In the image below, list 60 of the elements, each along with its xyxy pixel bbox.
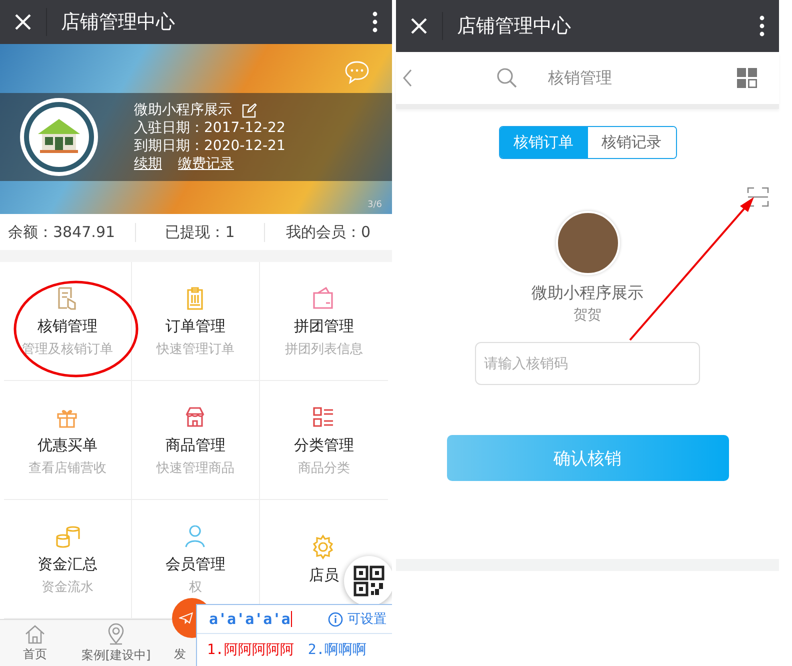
grid-icon[interactable] [737, 68, 757, 88]
back-icon[interactable] [402, 69, 412, 87]
ime-candidate[interactable]: 2.啊啊啊 [308, 641, 367, 659]
more-icon[interactable] [372, 11, 378, 33]
stat-text: 余额：3847.91 [7, 222, 116, 242]
tile-title: 拼团管理 [294, 316, 354, 336]
menu-tile[interactable]: 优惠买单 查看店铺营收 [4, 381, 132, 500]
info-icon [328, 612, 344, 626]
tile-subtitle: 资金流水 [42, 578, 94, 596]
home-icon [24, 624, 46, 644]
page-indicator: 3/6 [368, 200, 382, 210]
location-pin-icon [107, 622, 125, 644]
profile-name: 微助小程序展示 [532, 283, 644, 304]
menu-tile[interactable]: 订单管理 快速管理订单 [132, 262, 260, 381]
tile-subtitle: 拼团列表信息 [285, 340, 363, 358]
tab-bar-item[interactable]: 发 [174, 646, 186, 663]
banner-link[interactable]: 缴费记录 [178, 155, 234, 173]
tile-subtitle: 快速管理商品 [156, 460, 234, 476]
tile-subtitle: 权 [189, 578, 202, 596]
qr-code-button[interactable] [344, 556, 392, 606]
join-date: 入驻日期：2017-12-22 [134, 119, 286, 137]
page-title: 核销管理 [548, 68, 613, 88]
tile-subtitle: 管理及核销订单 [22, 340, 113, 358]
tile-title: 资金汇总 [38, 554, 98, 574]
menu-tile[interactable]: 核销管理 管理及核销订单 [4, 262, 132, 381]
code-input-field[interactable]: 请输入核销码 [475, 342, 700, 385]
search-icon[interactable] [496, 67, 518, 89]
window-title: 店铺管理中心 [61, 10, 176, 35]
tab-bar-item[interactable]: 案例[建设中] [70, 620, 162, 666]
tab-bar-item[interactable]: 首页 [0, 620, 70, 666]
tile-title: 商品管理 [166, 436, 226, 454]
tile-title: 核销管理 [38, 316, 98, 336]
menu-tile[interactable]: 商品管理 快速管理商品 [132, 381, 260, 500]
expire-date: 到期日期：2020-12-21 [134, 137, 286, 155]
banner-link[interactable]: 续期 [134, 155, 162, 173]
tile-subtitle: 查看店铺营收 [28, 460, 106, 476]
avatar-photo [556, 211, 620, 275]
tile-title: 分类管理 [294, 436, 354, 454]
stat-text: 我的会员：0 [264, 222, 392, 242]
window-title: 店铺管理中心 [457, 14, 572, 39]
ime-candidate[interactable]: 1.阿阿阿阿阿 [207, 641, 294, 659]
shop-logo-icon [18, 96, 100, 178]
tile-title: 店员 [309, 566, 339, 584]
shop-name: 微助小程序展示 [134, 101, 232, 119]
edit-icon[interactable] [242, 102, 257, 118]
tile-subtitle: 快速管理订单 [156, 340, 234, 358]
menu-tile[interactable]: 拼团管理 拼团列表信息 [260, 262, 388, 381]
tile-title: 订单管理 [166, 316, 226, 336]
stat-text: 已提现：1 [135, 222, 264, 242]
profile-subtitle: 贺贺 [574, 306, 602, 324]
tile-title: 优惠买单 [38, 436, 98, 454]
more-icon[interactable] [759, 15, 765, 37]
scan-icon[interactable] [747, 187, 769, 207]
paper-plane-icon [179, 611, 193, 625]
qr-code-icon [353, 565, 385, 597]
tile-subtitle: 商品分类 [298, 460, 350, 476]
close-icon[interactable] [410, 17, 428, 35]
tile-title: 会员管理 [166, 554, 226, 574]
menu-tile[interactable]: 分类管理 商品分类 [260, 381, 388, 500]
close-icon[interactable] [14, 13, 32, 31]
